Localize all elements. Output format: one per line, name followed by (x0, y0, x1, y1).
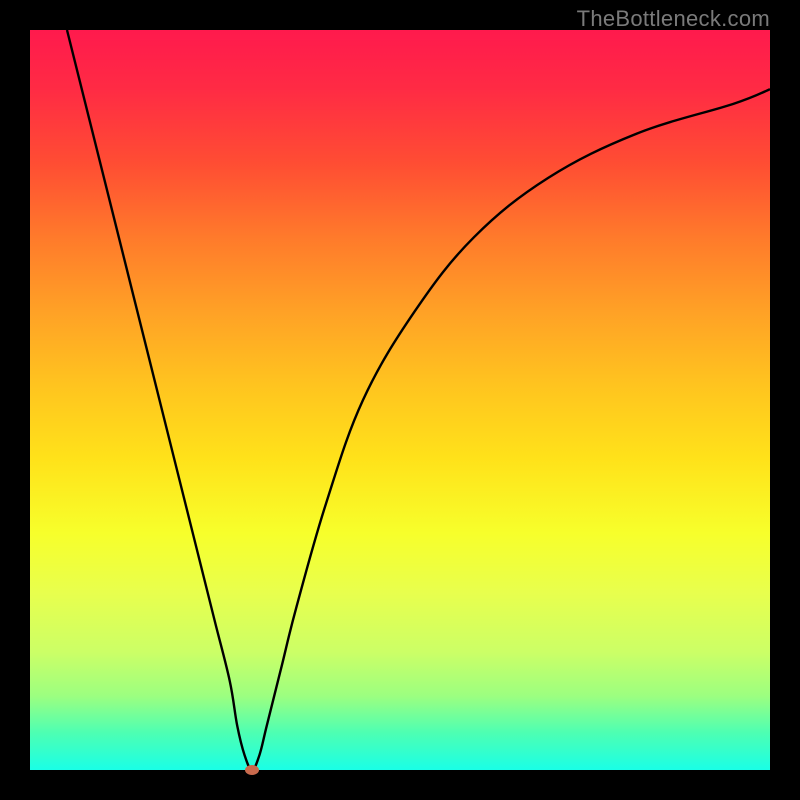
plot-area (30, 30, 770, 770)
chart-frame: TheBottleneck.com (0, 0, 800, 800)
watermark-text: TheBottleneck.com (577, 6, 770, 32)
optimal-point-marker (245, 765, 259, 775)
bottleneck-curve (67, 30, 770, 770)
curve-svg (30, 30, 770, 770)
